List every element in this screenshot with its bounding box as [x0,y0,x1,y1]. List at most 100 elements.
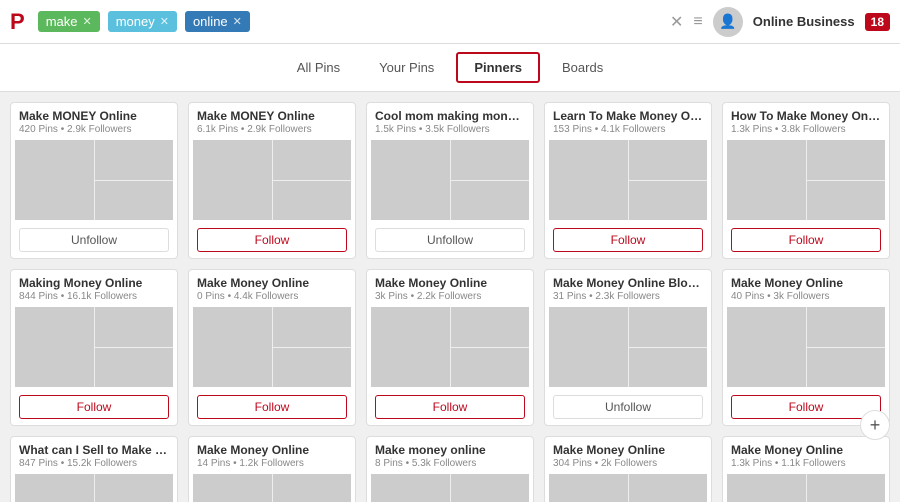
tag-online-close[interactable]: ✕ [233,15,242,28]
plus-button[interactable]: + [860,410,890,440]
card-header-2: Cool mom making money on... 1.5k Pins • … [367,103,533,138]
card-action-btn-6[interactable]: Follow [197,395,347,419]
card-img-main-0 [15,140,94,220]
card-title-9: Make Money Online [731,276,881,290]
card-images-5 [15,307,173,387]
card-img-tr-8 [629,307,708,347]
card-title-7: Make Money Online [375,276,525,290]
card-title-6: Make Money Online [197,276,347,290]
card-header-4: How To Make Money Online... 1.3k Pins • … [723,103,889,138]
card-header-11: Make Money Online 14 Pins • 1.2k Followe… [189,437,355,472]
pinterest-logo[interactable]: P [10,9,25,35]
search-close-btn[interactable]: ✕ [670,12,683,32]
card-images-10 [15,474,173,502]
card-header-10: What can I Sell to Make Mo... 847 Pins •… [11,437,177,472]
card-img-br-2 [451,181,530,221]
card-img-br-6 [273,348,352,388]
card-img-tr-7 [451,307,530,347]
card-action-btn-2[interactable]: Unfollow [375,228,525,252]
tag-make-label: make [46,14,78,29]
card-meta-9: 40 Pins • 3k Followers [731,291,881,302]
card-images-8 [549,307,707,387]
tabs-bar: All Pins Your Pins Pinners Boards [0,44,900,92]
tag-online[interactable]: online ✕ [185,11,250,32]
card-img-main-1 [193,140,272,220]
tag-money-close[interactable]: ✕ [160,15,169,28]
card-images-3 [549,140,707,220]
header-right: ✕ ≡ 👤 Online Business 18 [670,7,890,37]
card-img-main-10 [15,474,94,502]
tag-money[interactable]: money ✕ [108,11,177,32]
card-action-btn-0[interactable]: Unfollow [19,228,169,252]
card-img-main-14 [727,474,806,502]
card-header-7: Make Money Online 3k Pins • 2.2k Followe… [367,270,533,305]
tag-make[interactable]: make ✕ [38,11,100,32]
card-img-tr-12 [451,474,530,502]
card-action-btn-5[interactable]: Follow [19,395,169,419]
card-img-main-7 [371,307,450,387]
card-img-br-5 [95,348,174,388]
main-content: Make MONEY Online 420 Pins • 2.9k Follow… [0,92,900,502]
tab-boards[interactable]: Boards [545,53,620,82]
tag-money-label: money [116,14,155,29]
card-action-8: Unfollow [545,389,711,425]
card-5: Making Money Online 844 Pins • 16.1k Fol… [10,269,178,426]
card-img-main-4 [727,140,806,220]
card-action-1: Follow [189,222,355,258]
card-action-btn-8[interactable]: Unfollow [553,395,703,419]
card-action-btn-7[interactable]: Follow [375,395,525,419]
notification-badge[interactable]: 18 [865,13,890,31]
card-title-14: Make Money Online [731,443,881,457]
card-meta-2: 1.5k Pins • 3.5k Followers [375,124,525,135]
card-action-3: Follow [545,222,711,258]
card-header-1: Make MONEY Online 6.1k Pins • 2.9k Follo… [189,103,355,138]
card-img-tr-1 [273,140,352,180]
card-13: Make Money Online 304 Pins • 2k Follower… [544,436,712,502]
card-action-2: Unfollow [367,222,533,258]
card-title-10: What can I Sell to Make Mo... [19,443,169,457]
tab-pinners[interactable]: Pinners [456,52,540,83]
card-images-2 [371,140,529,220]
card-img-tr-9 [807,307,886,347]
card-img-tr-14 [807,474,886,502]
card-title-13: Make Money Online [553,443,703,457]
card-header-14: Make Money Online 1.3k Pins • 1.1k Follo… [723,437,889,472]
card-images-6 [193,307,351,387]
card-img-br-7 [451,348,530,388]
card-grid: Make MONEY Online 420 Pins • 2.9k Follow… [10,102,890,502]
tag-make-close[interactable]: ✕ [82,15,91,28]
card-img-main-6 [193,307,272,387]
card-header-6: Make Money Online 0 Pins • 4.4k Follower… [189,270,355,305]
card-img-tr-4 [807,140,886,180]
card-action-btn-9[interactable]: Follow [731,395,881,419]
card-img-br-0 [95,181,174,221]
card-action-btn-4[interactable]: Follow [731,228,881,252]
card-11: Make Money Online 14 Pins • 1.2k Followe… [188,436,356,502]
card-images-13 [549,474,707,502]
card-meta-6: 0 Pins • 4.4k Followers [197,291,347,302]
card-meta-3: 153 Pins • 4.1k Followers [553,124,703,135]
card-img-main-9 [727,307,806,387]
card-3: Learn To Make Money Online 153 Pins • 4.… [544,102,712,259]
header: P make ✕ money ✕ online ✕ ✕ ≡ 👤 Online B… [0,0,900,44]
user-avatar: 👤 [713,7,743,37]
card-action-btn-3[interactable]: Follow [553,228,703,252]
tab-all-pins[interactable]: All Pins [280,53,357,82]
tab-your-pins[interactable]: Your Pins [362,53,451,82]
card-img-tr-11 [273,474,352,502]
card-img-br-3 [629,181,708,221]
menu-btn[interactable]: ≡ [693,13,702,31]
card-img-main-13 [549,474,628,502]
card-title-11: Make Money Online [197,443,347,457]
card-img-br-9 [807,348,886,388]
card-img-tr-10 [95,474,174,502]
card-action-0: Unfollow [11,222,177,258]
card-title-3: Learn To Make Money Online [553,109,703,123]
card-title-1: Make MONEY Online [197,109,347,123]
card-meta-7: 3k Pins • 2.2k Followers [375,291,525,302]
card-img-br-8 [629,348,708,388]
card-header-3: Learn To Make Money Online 153 Pins • 4.… [545,103,711,138]
card-img-main-3 [549,140,628,220]
card-img-main-11 [193,474,272,502]
card-action-btn-1[interactable]: Follow [197,228,347,252]
